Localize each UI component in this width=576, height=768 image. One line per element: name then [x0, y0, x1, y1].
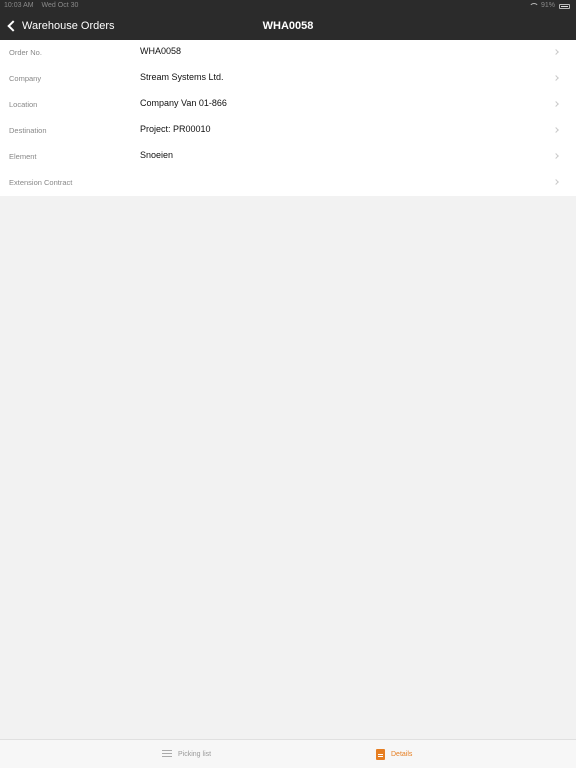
status-time: 10:03 AM [4, 2, 34, 9]
wifi-icon [528, 3, 539, 9]
detail-row-company[interactable]: Company Stream Systems Ltd. [0, 66, 576, 92]
detail-label: Location [9, 100, 38, 109]
detail-value: Snoeien [140, 150, 174, 160]
battery-percent: 91% [540, 2, 555, 9]
chevron-right-icon [553, 127, 559, 133]
back-button[interactable]: Warehouse Orders [6, 12, 115, 40]
list-icon [162, 750, 172, 758]
battery-icon [559, 3, 570, 9]
chevron-right-icon [553, 153, 559, 159]
detail-label: Company [9, 74, 42, 83]
status-left: 10:03 AM Wed Oct 30 [4, 0, 84, 12]
status-date: Wed Oct 30 [41, 2, 79, 9]
detail-row-element[interactable]: Element Snoeien [0, 144, 576, 170]
chevron-right-icon [553, 101, 559, 107]
app-screen: 10:03 AM Wed Oct 30 91% Warehouse Orders… [0, 0, 576, 768]
tab-picking-list[interactable]: Picking list [162, 740, 211, 768]
detail-label: Destination [9, 126, 47, 135]
chevron-right-icon [553, 49, 559, 55]
detail-label: Extension Contract [9, 178, 73, 187]
back-button-label: Warehouse Orders [22, 20, 115, 32]
tab-details[interactable]: Details [376, 740, 412, 768]
detail-label: Order No. [9, 48, 42, 57]
details-list: Order No. WHA0058 Company Stream Systems… [0, 40, 576, 196]
tab-bar: Picking list Details [0, 739, 576, 768]
chevron-left-icon [7, 20, 19, 32]
detail-value: WHA0058 [140, 46, 182, 56]
detail-value: Project: PR00010 [140, 124, 211, 134]
navigation-bar: Warehouse Orders WHA0058 [0, 12, 576, 40]
tab-label: Details [391, 750, 413, 758]
status-right: 91% [528, 0, 570, 12]
detail-row-order-no[interactable]: Order No. WHA0058 [0, 40, 576, 66]
chevron-right-icon [553, 179, 559, 185]
detail-value: Stream Systems Ltd. [140, 72, 224, 82]
document-icon [376, 748, 385, 760]
detail-label: Element [9, 152, 37, 161]
detail-row-extension-contract[interactable]: Extension Contract [0, 170, 576, 196]
status-bar: 10:03 AM Wed Oct 30 91% [0, 0, 576, 12]
detail-value: Company Van 01-866 [140, 98, 227, 108]
tab-label: Picking list [178, 750, 212, 758]
detail-row-location[interactable]: Location Company Van 01-866 [0, 92, 576, 118]
chevron-right-icon [553, 75, 559, 81]
detail-row-destination[interactable]: Destination Project: PR00010 [0, 118, 576, 144]
